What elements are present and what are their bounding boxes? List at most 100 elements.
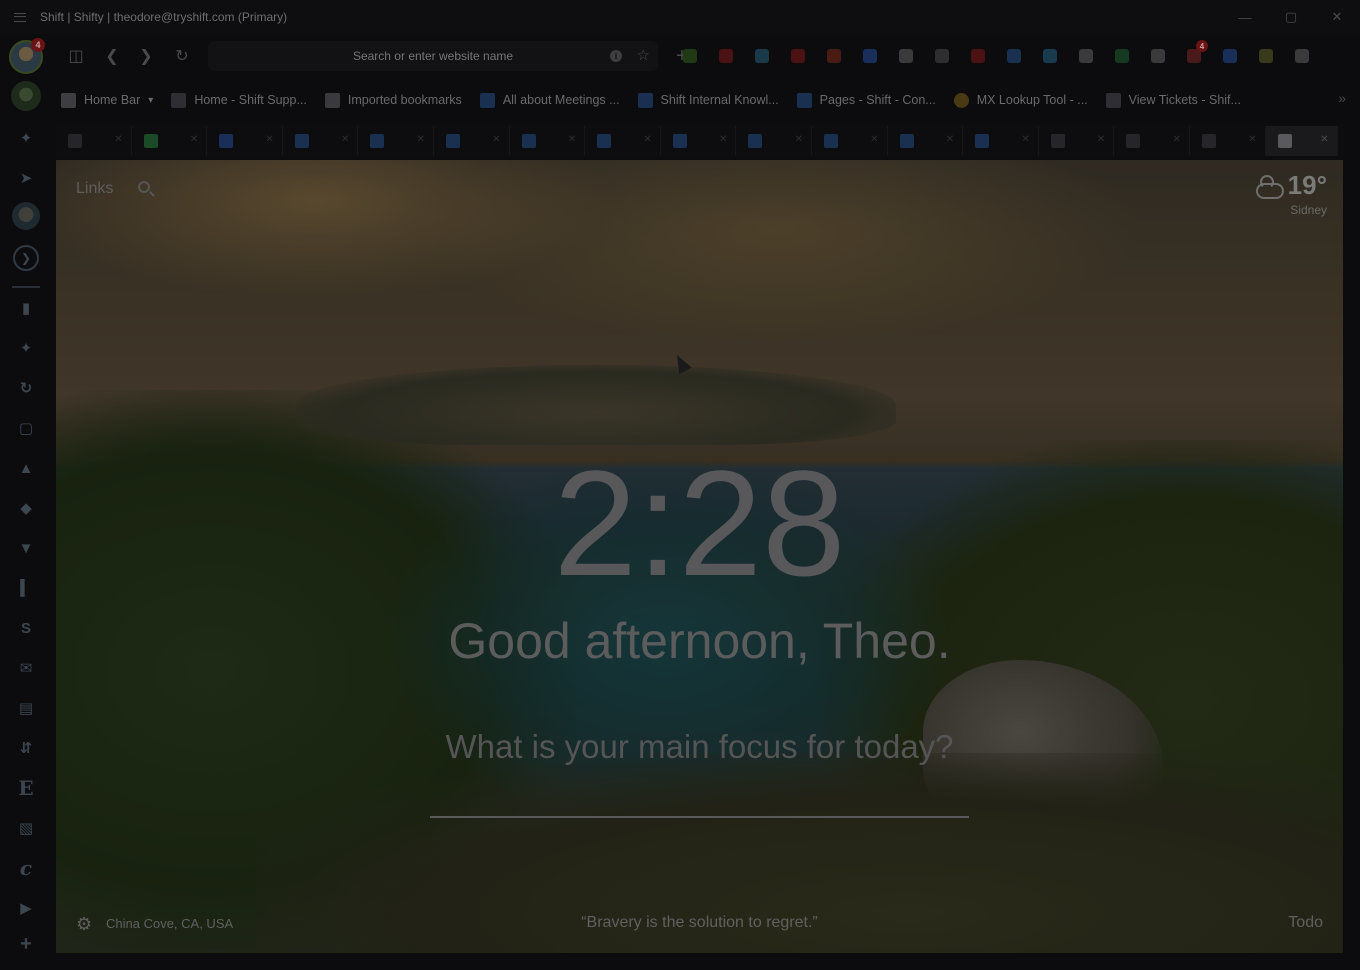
add-app-icon[interactable]: + [10, 928, 42, 960]
forward-icon[interactable]: ❯ [128, 40, 164, 72]
drive-ext-icon[interactable] [1248, 40, 1284, 72]
settings-ext-icon[interactable] [1284, 40, 1320, 72]
tab-close-icon[interactable]: ✕ [492, 134, 500, 145]
bookmark-item[interactable]: All about Meetings ... [471, 86, 629, 114]
browser-tab[interactable]: ✕ [888, 126, 964, 156]
back-icon[interactable]: ❮ [94, 40, 130, 72]
focus-input[interactable] [430, 778, 969, 814]
info-icon[interactable]: i [610, 50, 622, 62]
cloud-ext-icon[interactable] [888, 40, 924, 72]
ring-ext-icon[interactable] [996, 40, 1032, 72]
minimize-icon[interactable]: — [1222, 0, 1268, 34]
bookmark-item[interactable]: Imported bookmarks [316, 86, 471, 114]
tab-close-icon[interactable]: ✕ [719, 134, 727, 145]
bookmark-item[interactable]: View Tickets - Shif... [1097, 86, 1250, 114]
tab-close-icon[interactable]: ✕ [568, 134, 576, 145]
chat-icon[interactable]: ▮ [10, 292, 42, 324]
star-icon[interactable]: ☆ [637, 46, 650, 64]
slack-icon[interactable]: ✦ [10, 332, 42, 364]
browser-tab[interactable]: ✕ [1190, 126, 1266, 156]
sidebar-toggle-icon[interactable]: ◫ [58, 40, 94, 72]
tab-close-icon[interactable]: ✕ [190, 134, 198, 145]
tab-close-icon[interactable]: ✕ [341, 134, 349, 145]
browser-tab[interactable]: ✕ [56, 126, 132, 156]
pin-icon[interactable]: ✦ [10, 122, 42, 154]
rocket-icon[interactable]: ➤ [10, 162, 42, 194]
e-icon[interactable]: E [10, 772, 42, 804]
fb-ext-icon[interactable] [960, 40, 996, 72]
todo-link[interactable]: Todo [1288, 914, 1323, 932]
grammarly-ext-icon[interactable] [1104, 40, 1140, 72]
document-icon[interactable]: ▤ [10, 692, 42, 724]
browser-tab[interactable]: ✕ [510, 126, 586, 156]
diamond-icon[interactable]: ◆ [10, 492, 42, 524]
drive-icon[interactable]: ▲ [10, 452, 42, 484]
weather-widget[interactable]: 19° Sidney [1254, 170, 1327, 217]
browser-tab[interactable]: ✕ [283, 126, 359, 156]
s-icon[interactable]: S [10, 612, 42, 644]
close-icon[interactable]: ✕ [1314, 0, 1360, 34]
pen-ext-icon[interactable] [924, 40, 960, 72]
grey-ext-icon[interactable] [1068, 40, 1104, 72]
tab-close-icon[interactable]: ✕ [870, 134, 878, 145]
trello-icon[interactable]: ▧ [10, 812, 42, 844]
workspace-avatar[interactable] [10, 80, 42, 112]
browser-tab[interactable]: ✕ [1039, 126, 1115, 156]
zoom-ext-icon[interactable] [852, 40, 888, 72]
tab-close-icon[interactable]: ✕ [114, 134, 122, 145]
red-ext-icon[interactable] [708, 40, 744, 72]
layers-ext-icon[interactable] [1140, 40, 1176, 72]
tab-close-icon[interactable]: ✕ [1248, 134, 1256, 145]
tab-close-icon[interactable]: ✕ [643, 134, 651, 145]
youtube-icon[interactable]: ▶ [10, 892, 42, 924]
reload-icon[interactable]: ↻ [164, 40, 200, 72]
bolt-ext-icon[interactable] [1032, 40, 1068, 72]
address-input[interactable] [283, 49, 583, 63]
bar-chart-icon[interactable]: ▍ [10, 572, 42, 604]
bookmarks-overflow-icon[interactable]: » [1338, 90, 1346, 106]
tab-close-icon[interactable]: ✕ [1320, 134, 1328, 145]
bookmark-item[interactable]: Shift Internal Knowl... [629, 86, 788, 114]
hamburger-menu-icon[interactable] [0, 0, 40, 34]
tab-close-icon[interactable]: ✕ [946, 134, 954, 145]
browser-tab[interactable]: ✕ [434, 126, 510, 156]
stack-ext-icon[interactable] [816, 40, 852, 72]
tab-close-icon[interactable]: ✕ [265, 134, 273, 145]
sync-icon[interactable]: ⇵ [10, 732, 42, 764]
shift-app-icon[interactable]: ❯ [10, 242, 42, 274]
book-icon[interactable]: ▼ [10, 532, 42, 564]
tab-close-icon[interactable]: ✕ [1173, 134, 1181, 145]
bookmark-item[interactable]: MX Lookup Tool - ... [945, 86, 1097, 114]
browser-tab[interactable]: ✕ [1265, 126, 1338, 156]
tab-close-icon[interactable]: ✕ [1097, 134, 1105, 145]
dots-ext-icon[interactable] [780, 40, 816, 72]
calendar-ext-icon[interactable] [1212, 40, 1248, 72]
tab-close-icon[interactable]: ✕ [795, 134, 803, 145]
browser-tab[interactable]: ✕ [585, 126, 661, 156]
maximize-icon[interactable]: ▢ [1268, 0, 1314, 34]
browser-tab[interactable]: ✕ [661, 126, 737, 156]
folder-ext-icon[interactable] [672, 40, 708, 72]
bookmark-item[interactable]: Pages - Shift - Con... [788, 86, 945, 114]
tab-close-icon[interactable]: ✕ [417, 134, 425, 145]
browser-tab[interactable]: ✕ [1114, 126, 1190, 156]
bookmark-item[interactable]: Home Bar ▾ [52, 86, 162, 114]
browser-tab[interactable]: ✕ [963, 126, 1039, 156]
gmail-ext-icon[interactable]: 4 [1176, 40, 1212, 72]
links-link[interactable]: Links [76, 180, 113, 198]
square-icon[interactable]: ▢ [10, 412, 42, 444]
browser-tab[interactable]: ✕ [358, 126, 434, 156]
bookmark-item[interactable]: Home - Shift Supp... [162, 86, 316, 114]
browser-tab[interactable]: ✕ [132, 126, 208, 156]
link-icon[interactable]: ↻ [10, 372, 42, 404]
colorful-ext-icon[interactable] [744, 40, 780, 72]
tab-close-icon[interactable]: ✕ [1021, 134, 1029, 145]
browser-tab[interactable]: ✕ [812, 126, 888, 156]
cursive-c-icon[interactable]: c [10, 852, 42, 884]
search-icon[interactable] [138, 181, 150, 193]
browser-tab[interactable]: ✕ [736, 126, 812, 156]
browser-tab[interactable]: ✕ [207, 126, 283, 156]
account-avatar[interactable]: 4 [9, 38, 45, 74]
mail-icon[interactable]: ✉ [10, 652, 42, 684]
user-avatar[interactable] [12, 202, 40, 230]
